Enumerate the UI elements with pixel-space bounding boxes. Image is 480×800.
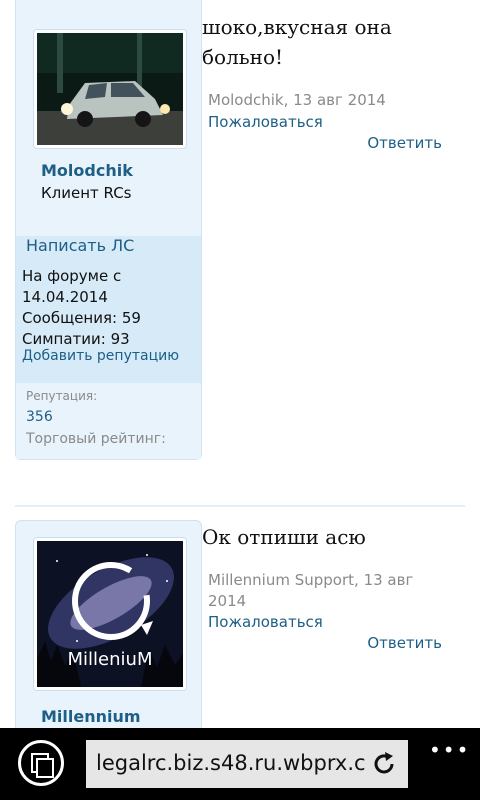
trade-rating-label: Торговый рейтинг: bbox=[26, 431, 166, 447]
post-meta[interactable]: Millennium Support, 13 авг 2014 bbox=[208, 570, 418, 612]
avatar-logo-text: MilleniuM bbox=[68, 649, 153, 670]
avatar[interactable]: MilleniuM bbox=[33, 537, 187, 691]
messages-count: Сообщения: 59 bbox=[22, 309, 141, 327]
browser-address-bar: legalrc.biz.s48.ru.wbprx.c ••• bbox=[0, 728, 480, 800]
avatar-image-millennium: MilleniuM bbox=[37, 541, 183, 687]
username-link[interactable]: Millennium bbox=[41, 707, 141, 726]
avatar[interactable] bbox=[33, 29, 187, 149]
url-field[interactable]: legalrc.biz.s48.ru.wbprx.c bbox=[86, 740, 408, 788]
username-link[interactable]: Molodchik bbox=[41, 161, 133, 180]
url-text[interactable]: legalrc.biz.s48.ru.wbprx.c bbox=[96, 751, 368, 775]
reply-link[interactable]: Ответить bbox=[367, 134, 442, 152]
report-link[interactable]: Пожаловаться bbox=[208, 613, 323, 631]
message-line: больно! bbox=[202, 45, 284, 69]
post-meta[interactable]: Molodchik, 13 авг 2014 bbox=[208, 90, 418, 111]
post-divider bbox=[15, 505, 465, 507]
more-menu-icon[interactable]: ••• bbox=[429, 738, 470, 762]
user-title: Клиент RCs bbox=[41, 184, 132, 202]
post: Molodchik Клиент RCs Написать ЛС На фору… bbox=[0, 0, 480, 470]
message-line: шоко,вкусная она bbox=[202, 15, 392, 39]
avatar-image-car bbox=[37, 33, 183, 145]
reputation-label: Репутация: bbox=[26, 389, 98, 403]
reputation-value[interactable]: 356 bbox=[26, 409, 53, 425]
refresh-icon[interactable] bbox=[370, 750, 398, 778]
reply-link[interactable]: Ответить bbox=[367, 634, 442, 652]
user-extra-info: Написать ЛС На форуме с 14.04.2014 Сообщ… bbox=[16, 236, 201, 383]
report-link[interactable]: Пожаловаться bbox=[208, 113, 323, 131]
message-text: Ок отпиши асю bbox=[202, 522, 480, 552]
forum-since-label: На форуме с bbox=[22, 267, 122, 285]
add-reputation-link[interactable]: Добавить репутацию bbox=[22, 348, 179, 364]
user-card: Molodchik Клиент RCs Написать ЛС На фору… bbox=[15, 0, 202, 460]
user-info: Molodchik Клиент RCs bbox=[16, 0, 201, 236]
forum-since-date: 14.04.2014 bbox=[22, 288, 108, 306]
reputation-box: Репутация: 356 Торговый рейтинг: bbox=[16, 383, 201, 459]
message-line: Ок отпиши асю bbox=[202, 525, 366, 549]
tabs-icon[interactable] bbox=[18, 740, 64, 786]
message-text: шоко,вкусная она больно! bbox=[202, 12, 480, 72]
post: MilleniuM Millennium Ок отпиши асю Mille… bbox=[0, 520, 480, 782]
likes-count: Симпатии: 93 bbox=[22, 330, 130, 348]
send-pm-link[interactable]: Написать ЛС bbox=[26, 236, 134, 255]
